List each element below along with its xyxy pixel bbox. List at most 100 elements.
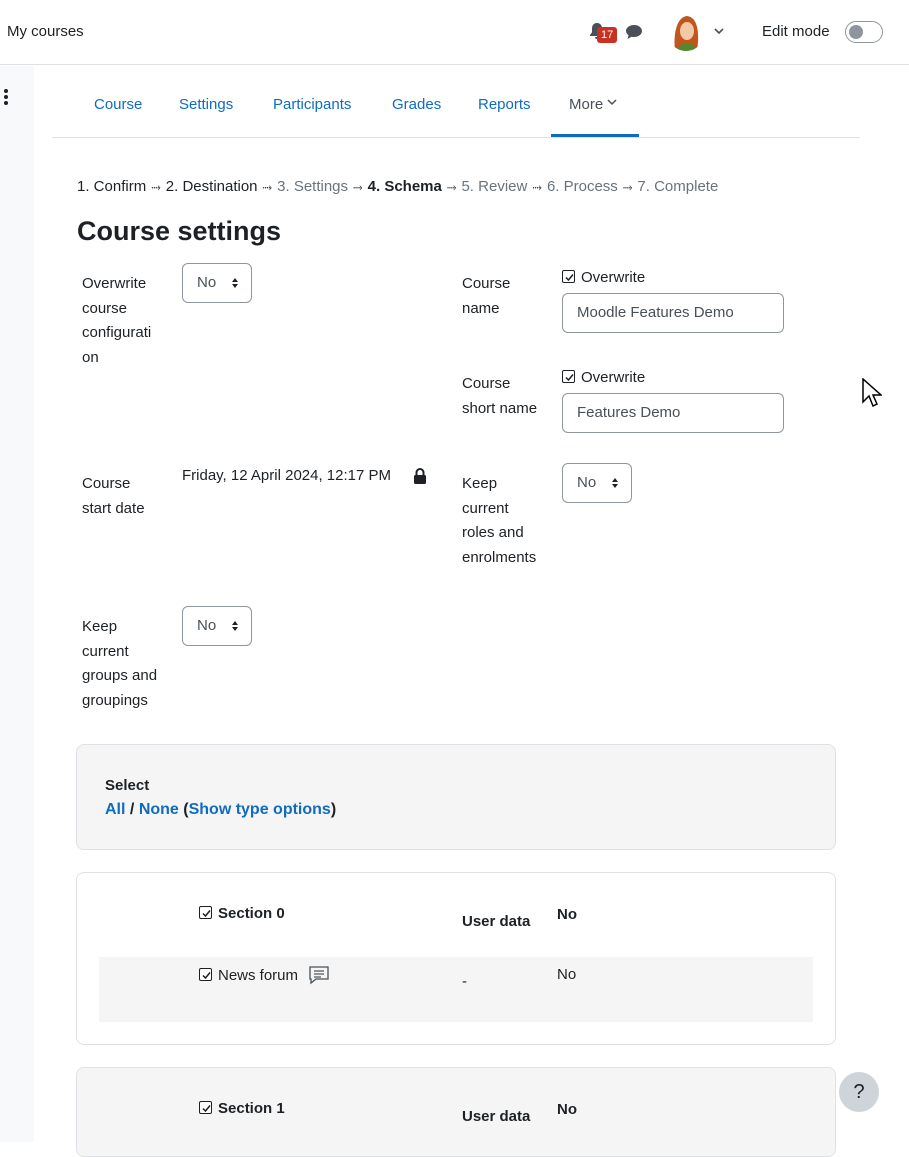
toggle-knob [849, 25, 863, 39]
label-line: enrolments [462, 548, 537, 566]
section-title: Section 0 [218, 905, 285, 922]
activity-user-data: - [462, 973, 467, 990]
edit-mode-toggle[interactable] [845, 21, 883, 43]
edit-mode-label: Edit mode [762, 23, 830, 40]
label-line: Keep [82, 618, 118, 635]
tab-participants[interactable]: Participants [273, 96, 351, 113]
left-drawer-strip [0, 66, 34, 1142]
keep-groups-label: Keep current groups and groupings [82, 615, 157, 713]
label-line: course [82, 299, 128, 317]
tab-more-label: More [569, 96, 604, 113]
help-button[interactable]: ? [839, 1072, 879, 1112]
tab-reports[interactable]: Reports [478, 96, 531, 113]
label-line: current [82, 642, 129, 660]
select-none-link[interactable]: None [139, 801, 179, 818]
label-line: Course [462, 375, 511, 392]
step-process: 6. Process [546, 178, 618, 195]
select-all-none-panel: Select All / None (Show type options) [76, 744, 836, 850]
drawer-menu-icon[interactable] [3, 88, 9, 106]
backup-steps-breadcrumb: 1. Confirm ⤑ 2. Destination ⤑ 3. Settings ⤑ 4.… [77, 178, 718, 195]
label-line: Keep [462, 475, 498, 492]
news-forum-checkbox[interactable]: News forum [199, 965, 330, 985]
page-title: Course settings [77, 216, 282, 246]
checkbox-label: Overwrite [581, 369, 646, 386]
step-confirm: 1. Confirm [77, 178, 147, 195]
label-line: short name [462, 399, 538, 417]
lock-icon [414, 468, 426, 484]
select-links: All / None (Show type options) [105, 801, 336, 819]
label-line: Course [82, 475, 131, 492]
course-short-name-input[interactable]: Features Demo [562, 393, 784, 433]
user-data-value: No [557, 906, 577, 923]
label-line: Course [462, 275, 511, 292]
select-caret-icon [232, 278, 238, 288]
select-title: Select [105, 777, 150, 794]
user-data-label: User data [462, 913, 531, 930]
chevron-down-icon [607, 99, 617, 106]
keep-groups-select[interactable]: No [182, 606, 252, 646]
select-all-link[interactable]: All [105, 801, 125, 818]
top-navbar: My courses 17 Edit mode [0, 0, 909, 65]
activity-row: News forum - No [99, 957, 813, 1022]
tab-course[interactable]: Course [94, 96, 142, 113]
my-courses-link[interactable]: My courses [7, 23, 84, 40]
label-line: roles and [462, 524, 524, 541]
section-title: Section 1 [218, 1100, 285, 1117]
course-short-name-label: Course short name [462, 372, 537, 421]
label-line: groupings [82, 691, 148, 709]
section-1-panel: Section 1 User data No [76, 1067, 836, 1157]
step-arrow-icon: ⤑ [353, 180, 363, 194]
checkbox-checked-icon [199, 968, 212, 981]
course-name-overwrite-checkbox[interactable]: Overwrite [562, 269, 645, 286]
course-name-input[interactable]: Moodle Features Demo [562, 293, 784, 333]
label-line: configurati [82, 324, 152, 341]
activity-value: No [557, 966, 577, 983]
label-line: groups and [82, 667, 158, 684]
step-arrow-icon: ⤑ [622, 180, 633, 194]
course-start-date-label: Course start date [82, 472, 145, 521]
notification-count-badge: 17 [597, 27, 618, 43]
select-value: No [577, 474, 597, 491]
tab-settings[interactable]: Settings [179, 96, 233, 113]
step-review: 5. Review [461, 178, 528, 195]
user-data-value: No [557, 1101, 577, 1118]
select-caret-icon [232, 621, 238, 631]
user-data-label: User data [462, 1108, 531, 1125]
step-arrow-icon: ⤑ [262, 180, 273, 194]
section-0-checkbox[interactable]: Section 0 [199, 905, 285, 922]
checkbox-checked-icon [562, 270, 575, 283]
label-line: start date [82, 499, 145, 517]
chevron-down-icon[interactable] [713, 26, 725, 36]
overwrite-config-select[interactable]: No [182, 263, 252, 303]
tab-grades[interactable]: Grades [392, 96, 441, 113]
checkbox-checked-icon [562, 370, 575, 383]
mouse-cursor-icon [862, 378, 882, 408]
label-line: on [82, 348, 99, 366]
overwrite-config-label: Overwrite course configurati on [82, 272, 151, 370]
section-1-checkbox[interactable]: Section 1 [199, 1100, 285, 1117]
label-line: Overwrite [82, 275, 147, 292]
step-destination: 2. Destination [165, 178, 258, 195]
active-tab-indicator [551, 134, 639, 137]
keep-roles-select[interactable]: No [562, 463, 632, 503]
messages-icon[interactable] [625, 23, 643, 41]
step-arrow-icon: ⤑ [151, 180, 161, 194]
course-short-name-overwrite-checkbox[interactable]: Overwrite [562, 369, 645, 386]
step-arrow-icon: ⤑ [446, 180, 457, 194]
tab-more[interactable]: More [569, 96, 617, 113]
keep-roles-label: Keep current roles and enrolments [462, 472, 536, 570]
paren-close: ) [330, 801, 337, 818]
user-avatar[interactable] [667, 13, 705, 51]
checkbox-checked-icon [199, 1101, 212, 1114]
step-arrow-icon: ⤑ [532, 180, 542, 194]
show-type-options-link[interactable]: Show type options [189, 801, 331, 818]
course-start-date-value: Friday, 12 April 2024, 12:17 PM [182, 467, 392, 484]
checkbox-checked-icon [199, 906, 212, 919]
select-value: No [197, 617, 217, 634]
course-name-label: Course name [462, 272, 510, 321]
label-line: current [462, 499, 509, 517]
select-separator: / [129, 801, 135, 818]
secondary-navigation: Course Settings Participants Grades Repo… [52, 66, 860, 138]
checkbox-label: Overwrite [581, 269, 646, 286]
select-value: No [197, 274, 217, 291]
